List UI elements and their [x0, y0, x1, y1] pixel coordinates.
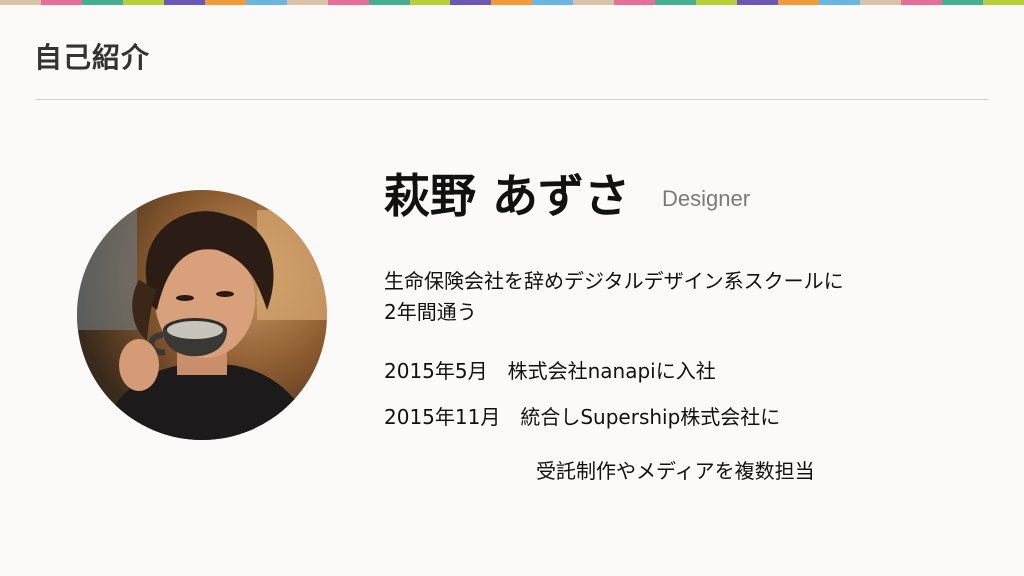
stripe-segment	[491, 0, 533, 5]
stripe-segment	[245, 0, 287, 5]
stripe-segment	[941, 0, 983, 5]
stripe-segment	[81, 0, 123, 5]
bio-block-1: 生命保険会社を辞めデジタルデザイン系スクールに 2年間通う	[384, 266, 844, 328]
stripe-segment	[655, 0, 697, 5]
color-stripe	[0, 0, 1024, 5]
stripe-segment	[573, 0, 615, 5]
bio-line: 2015年11月 統合しSupership株式会社に	[384, 405, 781, 429]
stripe-segment	[409, 0, 451, 5]
profile-name: 萩野 あずさ	[384, 169, 631, 223]
bio-line: 2015年5月 株式会社nanapiに入社	[384, 359, 716, 383]
stripe-segment	[122, 0, 164, 5]
stripe-segment	[532, 0, 574, 5]
bio-line: 受託制作やメディアを複数担当	[536, 459, 815, 483]
stripe-segment	[614, 0, 656, 5]
stripe-segment	[0, 0, 41, 5]
stripe-segment	[696, 0, 738, 5]
profile-photo	[77, 190, 327, 440]
divider	[36, 99, 988, 100]
stripe-segment	[204, 0, 246, 5]
stripe-segment	[327, 0, 369, 5]
bio-line: 2年間通う	[384, 300, 477, 324]
avatar	[77, 190, 327, 440]
stripe-segment	[982, 0, 1024, 5]
bio-line: 生命保険会社を辞めデジタルデザイン系スクールに	[384, 269, 844, 293]
stripe-segment	[368, 0, 410, 5]
stripe-segment	[778, 0, 820, 5]
stripe-segment	[860, 0, 901, 5]
stripe-segment	[286, 0, 328, 5]
stripe-segment	[737, 0, 779, 5]
profile-role: Designer	[662, 186, 751, 211]
stripe-segment	[40, 0, 82, 5]
stripe-segment	[450, 0, 492, 5]
stripe-segment	[163, 0, 205, 5]
stripe-segment	[819, 0, 861, 5]
page-title: 自己紹介	[34, 41, 151, 74]
stripe-segment	[900, 0, 942, 5]
